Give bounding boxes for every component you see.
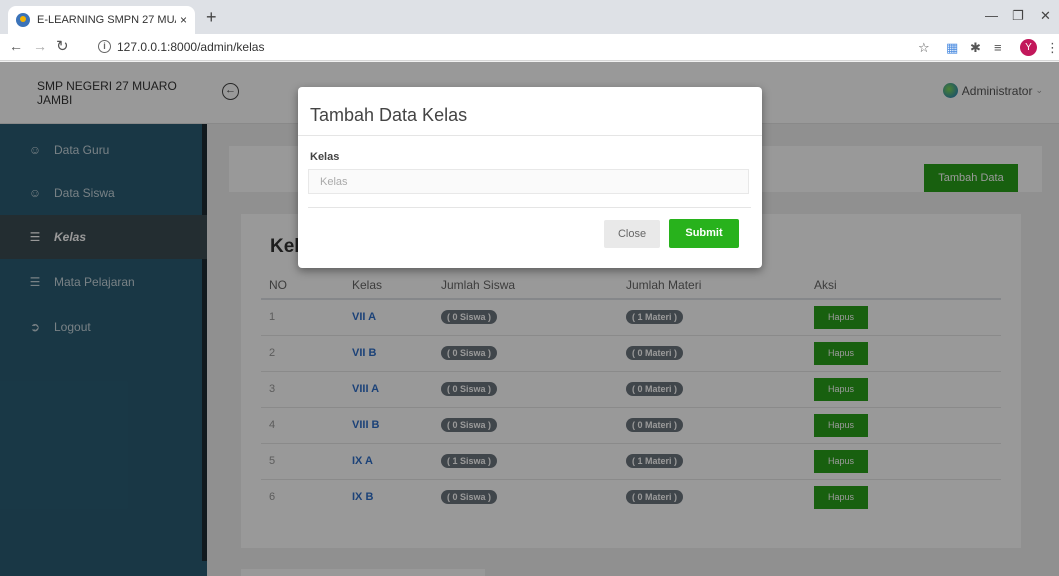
modal-divider [298, 135, 762, 136]
new-tab-button[interactable]: + [206, 8, 217, 26]
kelas-field-label: Kelas [310, 151, 340, 163]
browser-tab-strip: E-LEARNING SMPN 27 MUARO J × + — ❐ ✕ [0, 0, 1059, 34]
site-favicon-icon [16, 13, 30, 27]
back-icon[interactable]: ← [9, 38, 23, 54]
forward-icon[interactable]: → [33, 38, 47, 54]
modal-title: Tambah Data Kelas [310, 105, 468, 125]
submit-button[interactable]: Submit [669, 219, 739, 248]
minimize-icon[interactable]: — [985, 8, 998, 23]
bookmark-star-icon[interactable]: ☆ [918, 40, 930, 56]
tab-close-icon[interactable]: × [180, 13, 187, 27]
browser-menu-icon[interactable]: ⋮ [1046, 40, 1059, 56]
close-button[interactable]: Close [604, 220, 660, 248]
profile-avatar[interactable]: Y [1020, 39, 1037, 56]
modal-divider [308, 207, 751, 208]
browser-tab[interactable]: E-LEARNING SMPN 27 MUARO J × [8, 6, 195, 34]
site-info-icon[interactable]: i [98, 40, 111, 53]
reading-list-icon[interactable]: ≡ [994, 40, 1002, 55]
reload-icon[interactable]: ↻ [56, 37, 69, 55]
tab-title: E-LEARNING SMPN 27 MUARO J [37, 14, 176, 26]
translate-icon[interactable]: ▦ [946, 40, 958, 56]
tambah-kelas-modal: Tambah Data Kelas Kelas Close Submit [298, 87, 762, 268]
kelas-input[interactable] [308, 169, 749, 194]
window-close-icon[interactable]: ✕ [1040, 8, 1051, 24]
extensions-icon[interactable]: ✱ [970, 40, 981, 56]
maximize-icon[interactable]: ❐ [1012, 8, 1024, 24]
browser-toolbar: ← → ↻ i 127.0.0.1:8000/admin/kelas ☆ ▦ ✱… [0, 34, 1059, 61]
address-bar[interactable]: 127.0.0.1:8000/admin/kelas [117, 40, 264, 54]
